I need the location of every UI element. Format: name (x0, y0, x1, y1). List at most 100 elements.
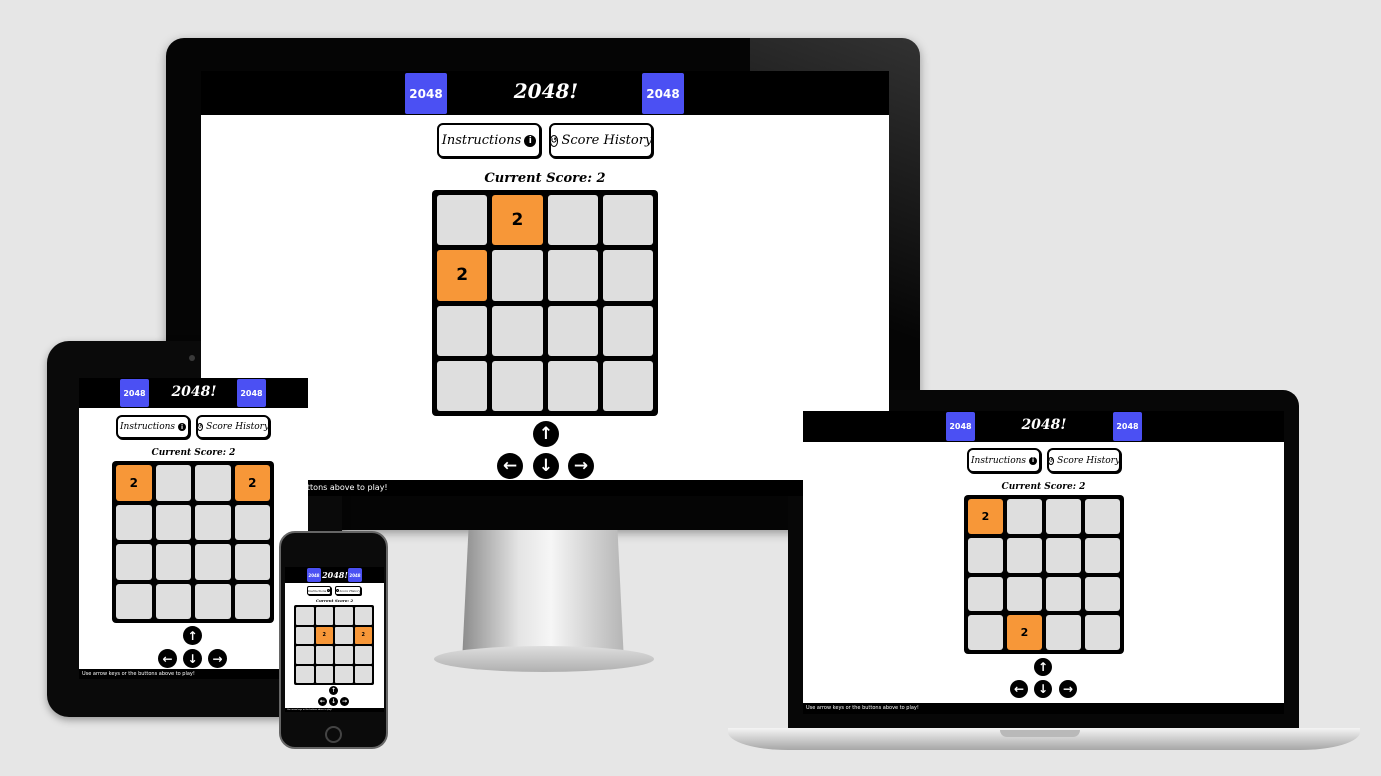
page-title: 2048! (513, 79, 579, 103)
arrow-right-button[interactable]: → (340, 697, 349, 706)
arrow-right-icon: → (573, 456, 589, 476)
arrow-left-icon: ← (502, 456, 518, 476)
history-icon: ↺ (335, 589, 339, 592)
empty-cell (547, 360, 598, 411)
empty-cell (1085, 499, 1120, 534)
empty-cell (1007, 576, 1042, 612)
instructions-button[interactable]: Instructions i (307, 586, 331, 595)
empty-cell (116, 583, 152, 619)
arrow-right-button[interactable]: → (208, 649, 227, 668)
arrow-right-button[interactable]: → (568, 453, 594, 479)
site-header: 2048 2048! 2048 (285, 567, 384, 583)
empty-cell (155, 544, 191, 580)
phone-home-button (325, 726, 342, 743)
arrow-down-button[interactable]: ↓ (329, 697, 338, 706)
tablet-screen: 2048 2048! 2048 Instructions i ↺ Score H… (79, 378, 308, 679)
empty-cell (1046, 576, 1081, 612)
empty-cell (547, 195, 598, 246)
empty-cell (354, 646, 372, 664)
game-board: 22 (964, 495, 1124, 654)
empty-cell (1007, 537, 1042, 573)
empty-cell (492, 360, 543, 411)
site-header: 2048 2048! 2048 (201, 71, 889, 115)
empty-cell (155, 504, 191, 540)
arrow-down-icon: ↓ (187, 651, 198, 666)
empty-cell (335, 626, 353, 644)
history-icon: ↺ (549, 134, 559, 147)
current-score: Current Score: 2 (484, 171, 606, 186)
arrow-left-button[interactable]: ← (1010, 680, 1028, 698)
history-icon: ↺ (1047, 456, 1055, 465)
empty-cell (1007, 499, 1042, 534)
empty-cell (195, 583, 231, 619)
instructions-label: Instructions (119, 422, 176, 432)
arrow-right-icon: → (341, 698, 348, 705)
arrow-down-button[interactable]: ↓ (1034, 680, 1052, 698)
phone-screen: 2048 2048! 2048 Instructions i ↺ Score H… (285, 567, 384, 712)
monitor-stand-neck (462, 530, 624, 662)
empty-cell (437, 360, 488, 411)
score-history-button[interactable]: ↺ Score History (1047, 448, 1121, 473)
empty-cell (335, 665, 353, 683)
empty-cell (315, 607, 333, 625)
empty-cell (335, 607, 353, 625)
arrow-down-button[interactable]: ↓ (533, 453, 559, 479)
tile-2: 2 (492, 195, 543, 246)
empty-cell (116, 504, 152, 540)
arrow-up-icon: ↑ (330, 687, 337, 694)
instructions-button[interactable]: Instructions i (116, 415, 190, 439)
site-header: 2048 2048! 2048 (803, 411, 1284, 442)
score-history-label: Score History (1057, 455, 1121, 466)
score-history-label: Score History (206, 422, 270, 432)
monitor-stand-base (434, 646, 654, 672)
instructions-button[interactable]: Instructions i (437, 123, 541, 158)
arrow-left-icon: ← (162, 651, 173, 666)
tile-2: 2 (437, 250, 488, 301)
arrow-left-icon: ← (319, 698, 326, 705)
instructions-label: Instructions (970, 455, 1027, 466)
arrow-up-icon: ↑ (1037, 660, 1049, 674)
arrow-up-button[interactable]: ↑ (183, 626, 202, 645)
empty-cell (602, 195, 653, 246)
info-icon: i (524, 134, 537, 147)
logo-tile-right: 2048 (642, 73, 684, 114)
empty-cell (234, 583, 270, 619)
current-score: Current Score: 2 (1001, 482, 1086, 492)
arrow-up-button[interactable]: ↑ (533, 421, 559, 447)
empty-cell (437, 195, 488, 246)
info-icon: i (1029, 456, 1038, 465)
info-icon: i (327, 589, 330, 592)
empty-cell (195, 544, 231, 580)
arrow-up-button[interactable]: ↑ (329, 686, 338, 695)
tile-2: 2 (315, 626, 333, 644)
arrow-up-button[interactable]: ↑ (1034, 658, 1052, 676)
empty-cell (547, 305, 598, 356)
empty-cell (1085, 576, 1120, 612)
arrow-right-button[interactable]: → (1059, 680, 1077, 698)
tile-2: 2 (234, 465, 270, 501)
arrow-left-button[interactable]: ← (318, 697, 327, 706)
arrow-down-button[interactable]: ↓ (183, 649, 202, 668)
empty-cell (315, 646, 333, 664)
empty-cell (155, 465, 191, 501)
empty-cell (296, 607, 314, 625)
arrow-down-icon: ↓ (538, 456, 554, 476)
logo-tile-left: 2048 (405, 73, 447, 114)
score-history-button[interactable]: ↺ Score History (549, 123, 653, 158)
empty-cell (315, 665, 333, 683)
instructions-label: Instructions (308, 588, 327, 593)
arrow-left-button[interactable]: ← (497, 453, 523, 479)
empty-cell (1046, 499, 1081, 534)
current-score: Current Score: 2 (315, 598, 354, 603)
score-history-button[interactable]: ↺ Score History (196, 415, 270, 439)
logo-tile-right: 2048 (1113, 412, 1142, 441)
tile-2: 2 (968, 499, 1003, 534)
game-board: 22 (112, 461, 274, 623)
empty-cell (968, 576, 1003, 612)
logo-tile-left: 2048 (307, 568, 321, 582)
tile-2: 2 (116, 465, 152, 501)
instructions-button[interactable]: Instructions i (967, 448, 1041, 473)
score-history-button[interactable]: ↺ Score History (335, 586, 361, 595)
empty-cell (968, 537, 1003, 573)
arrow-left-button[interactable]: ← (158, 649, 177, 668)
